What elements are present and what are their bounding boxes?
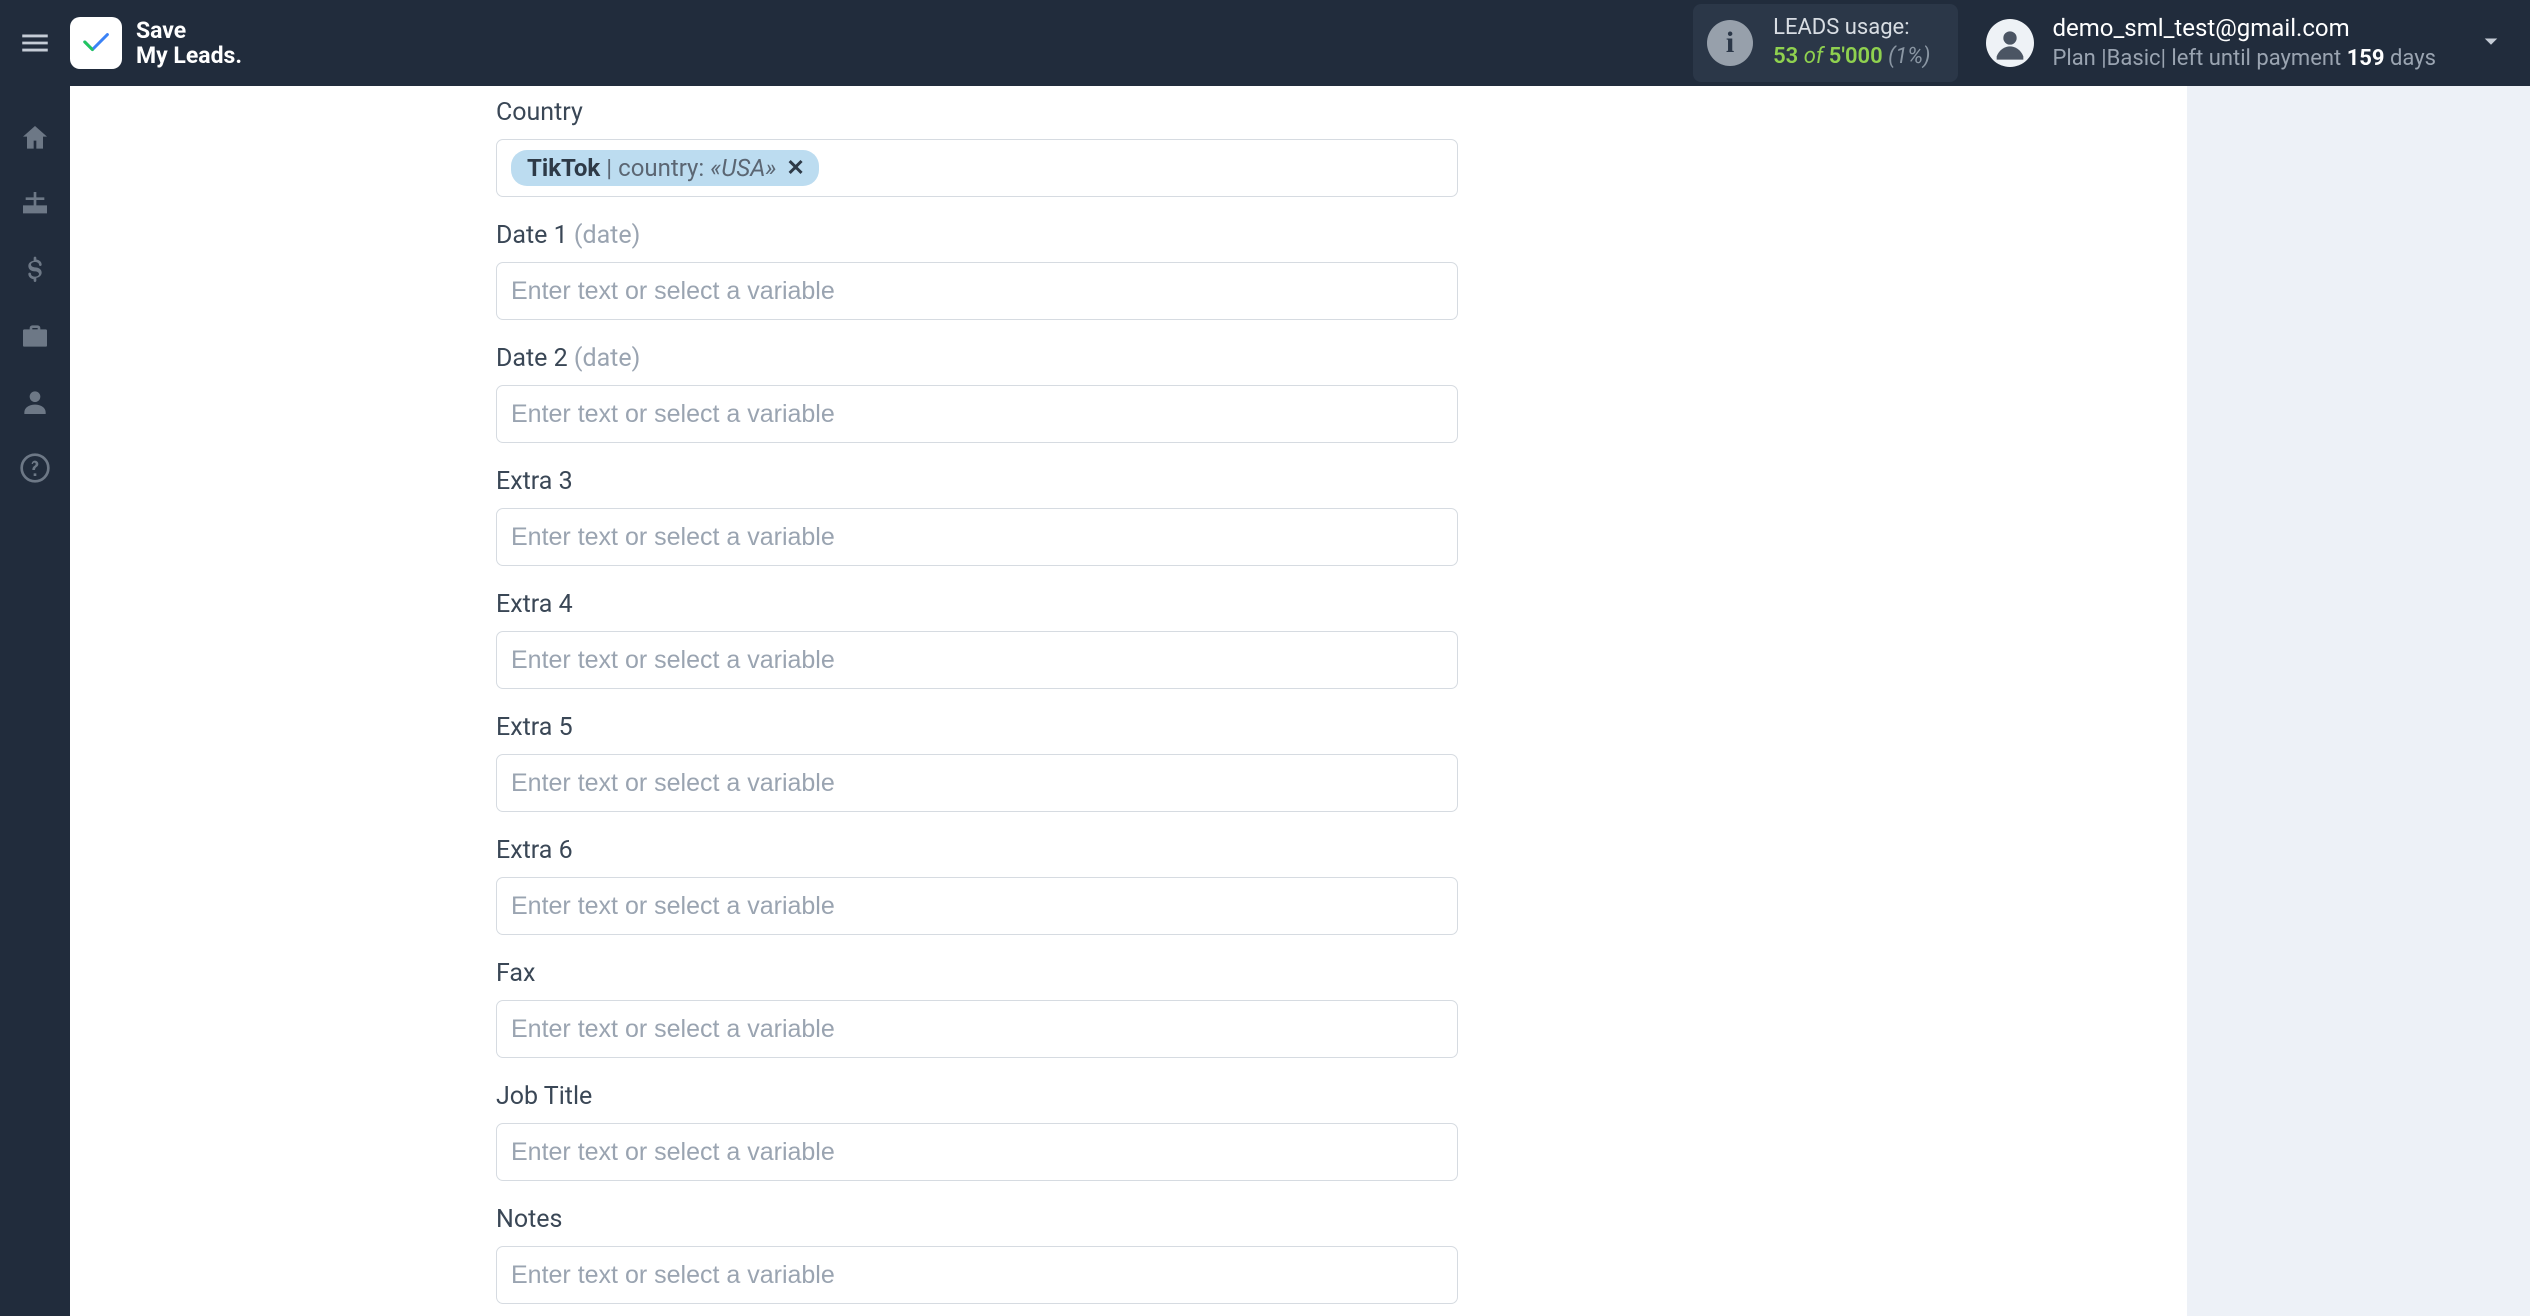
- field-country: Country TikTok | country: «USA» ✕: [496, 98, 1458, 197]
- field-extra-3: Extra 3: [496, 467, 1458, 566]
- account-text: demo_sml_test@gmail.com Plan |Basic| lef…: [2052, 12, 2436, 74]
- tag-separator: |: [606, 154, 612, 182]
- usage-text: LEADS usage: 53 of 5'000 (1%): [1773, 14, 1930, 71]
- date-2-input-shell[interactable]: [496, 385, 1458, 443]
- field-label-job-title: Job Title: [496, 1082, 1458, 1111]
- field-label-extra-6: Extra 6: [496, 836, 1458, 865]
- extra-4-input[interactable]: [511, 646, 1443, 675]
- chevron-down-icon: [2476, 26, 2506, 56]
- tag-remove-button[interactable]: ✕: [782, 156, 804, 181]
- extra-5-input[interactable]: [511, 769, 1443, 798]
- home-icon: [19, 122, 51, 154]
- tag-value: «USA»: [710, 154, 776, 182]
- form-column: Country TikTok | country: «USA» ✕ Date 1…: [496, 86, 1458, 1304]
- help-icon: [19, 452, 51, 484]
- date-1-input[interactable]: [511, 277, 1443, 306]
- notes-input-shell[interactable]: [496, 1246, 1458, 1304]
- menu-toggle-button[interactable]: [0, 0, 70, 86]
- sidebar-item-connections[interactable]: [0, 172, 70, 236]
- extra-6-input[interactable]: [511, 892, 1443, 921]
- fax-input[interactable]: [511, 1015, 1443, 1044]
- sidebar: [0, 86, 70, 1316]
- leads-usage-panel[interactable]: i LEADS usage: 53 of 5'000 (1%): [1693, 4, 1958, 81]
- field-date-1: Date 1 (date): [496, 221, 1458, 320]
- app-header: Save My Leads. i LEADS usage: 53 of 5'00…: [0, 0, 2530, 86]
- variable-tag-country: TikTok | country: «USA» ✕: [511, 150, 819, 186]
- checkmark-icon: [78, 25, 114, 61]
- user-avatar-icon: [1990, 23, 2030, 63]
- field-date-2: Date 2 (date): [496, 344, 1458, 443]
- extra-6-input-shell[interactable]: [496, 877, 1458, 935]
- sidebar-item-home[interactable]: [0, 106, 70, 170]
- date-2-input[interactable]: [511, 400, 1443, 429]
- job-title-input-shell[interactable]: [496, 1123, 1458, 1181]
- account-chevron[interactable]: [2436, 26, 2506, 60]
- field-label-notes: Notes: [496, 1205, 1458, 1234]
- field-label-extra-3: Extra 3: [496, 467, 1458, 496]
- sidebar-item-billing[interactable]: [0, 238, 70, 302]
- hamburger-icon: [18, 26, 52, 60]
- account-plan: Plan |Basic| left until payment 159 days: [2052, 44, 2436, 74]
- user-icon: [19, 386, 51, 418]
- extra-3-input[interactable]: [511, 523, 1443, 552]
- usage-total: 5'000: [1829, 44, 1883, 69]
- extra-5-input-shell[interactable]: [496, 754, 1458, 812]
- field-extra-6: Extra 6: [496, 836, 1458, 935]
- date-1-input-shell[interactable]: [496, 262, 1458, 320]
- sitemap-icon: [19, 188, 51, 220]
- field-notes: Notes: [496, 1205, 1458, 1304]
- sidebar-item-account[interactable]: [0, 370, 70, 434]
- field-label-date-2: Date 2 (date): [496, 344, 1458, 373]
- fax-input-shell[interactable]: [496, 1000, 1458, 1058]
- usage-used: 53: [1773, 44, 1798, 69]
- usage-percent: (1%): [1888, 44, 1930, 69]
- account-email: demo_sml_test@gmail.com: [2052, 12, 2436, 44]
- field-label-date-1: Date 1 (date): [496, 221, 1458, 250]
- job-title-input[interactable]: [511, 1138, 1443, 1167]
- sidebar-item-business[interactable]: [0, 304, 70, 368]
- account-menu-button[interactable]: demo_sml_test@gmail.com Plan |Basic| lef…: [1986, 12, 2436, 74]
- field-extra-5: Extra 5: [496, 713, 1458, 812]
- country-input[interactable]: TikTok | country: «USA» ✕: [496, 139, 1458, 197]
- field-job-title: Job Title: [496, 1082, 1458, 1181]
- field-label-fax: Fax: [496, 959, 1458, 988]
- logo-text: Save My Leads.: [136, 18, 242, 69]
- avatar: [1986, 19, 2034, 67]
- tag-key: country:: [618, 154, 704, 182]
- usage-of: of: [1804, 44, 1824, 69]
- extra-3-input-shell[interactable]: [496, 508, 1458, 566]
- field-label-extra-4: Extra 4: [496, 590, 1458, 619]
- usage-label: LEADS usage:: [1773, 14, 1930, 43]
- tag-source: TikTok: [527, 154, 600, 182]
- field-extra-4: Extra 4: [496, 590, 1458, 689]
- field-label-extra-5: Extra 5: [496, 713, 1458, 742]
- briefcase-icon: [19, 320, 51, 352]
- notes-input[interactable]: [511, 1261, 1443, 1290]
- field-label-country: Country: [496, 98, 1458, 127]
- dollar-icon: [19, 254, 51, 286]
- sidebar-item-help[interactable]: [0, 436, 70, 500]
- extra-4-input-shell[interactable]: [496, 631, 1458, 689]
- main-card: Country TikTok | country: «USA» ✕ Date 1…: [70, 86, 2187, 1316]
- info-icon: i: [1707, 20, 1753, 66]
- logo[interactable]: Save My Leads.: [70, 17, 242, 69]
- field-fax: Fax: [496, 959, 1458, 1058]
- logo-mark: [70, 17, 122, 69]
